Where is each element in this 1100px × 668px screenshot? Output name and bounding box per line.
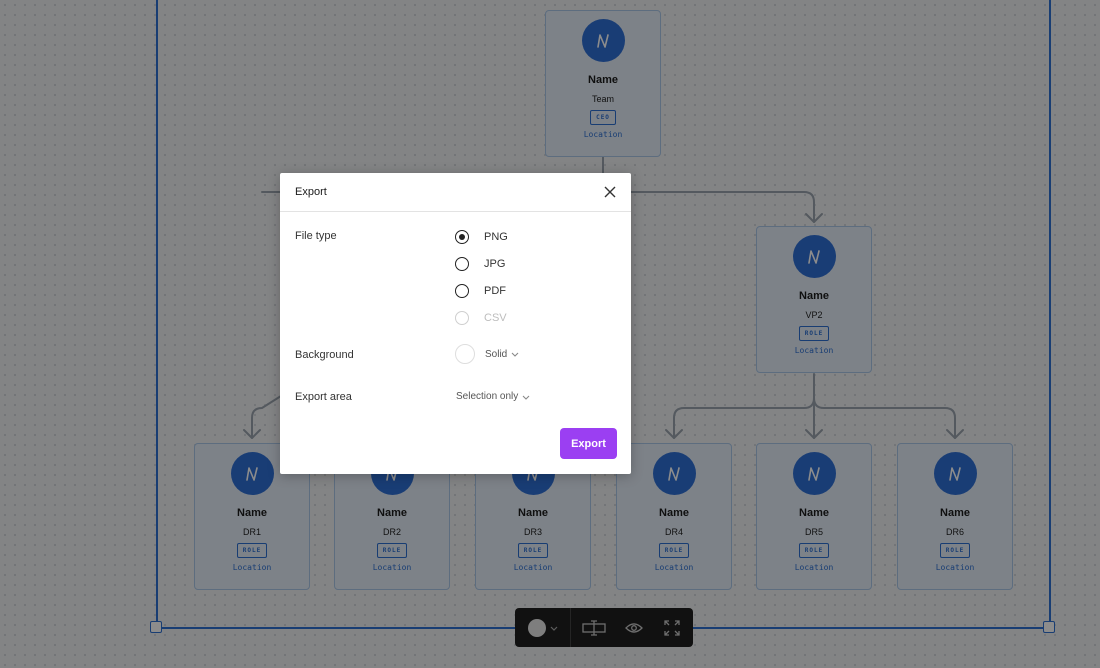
close-icon [604, 186, 616, 198]
radio-button[interactable] [455, 230, 469, 244]
background-dropdown[interactable]: Solid [455, 344, 519, 364]
background-label: Background [295, 349, 354, 361]
export-button[interactable]: Export [560, 428, 617, 459]
dialog-header: Export [280, 173, 631, 212]
background-color-swatch[interactable] [455, 344, 475, 364]
file-type-option-csv: CSV [455, 311, 507, 325]
export-area-value: Selection only [456, 391, 519, 402]
export-area-label: Export area [295, 391, 352, 403]
chevron-down-icon [522, 395, 530, 400]
file-type-option-png[interactable]: PNG [455, 230, 508, 244]
background-value: Solid [485, 348, 508, 360]
file-type-label: File type [295, 230, 337, 242]
chevron-down-icon [511, 352, 519, 357]
radio-button [455, 311, 469, 325]
radio-button[interactable] [455, 284, 469, 298]
export-area-dropdown[interactable]: Selection only [456, 391, 530, 402]
file-type-option-jpg[interactable]: JPG [455, 257, 505, 271]
radio-label: CSV [484, 312, 507, 324]
radio-label: JPG [484, 258, 506, 270]
file-type-option-pdf[interactable]: PDF [455, 284, 506, 298]
close-button[interactable] [601, 183, 619, 201]
dialog-title: Export [295, 186, 327, 198]
radio-button[interactable] [455, 257, 469, 271]
export-dialog: Export File type PNG JPG PDF CSV Backgro… [280, 173, 631, 474]
radio-label: PNG [484, 231, 508, 243]
radio-label: PDF [484, 285, 506, 297]
